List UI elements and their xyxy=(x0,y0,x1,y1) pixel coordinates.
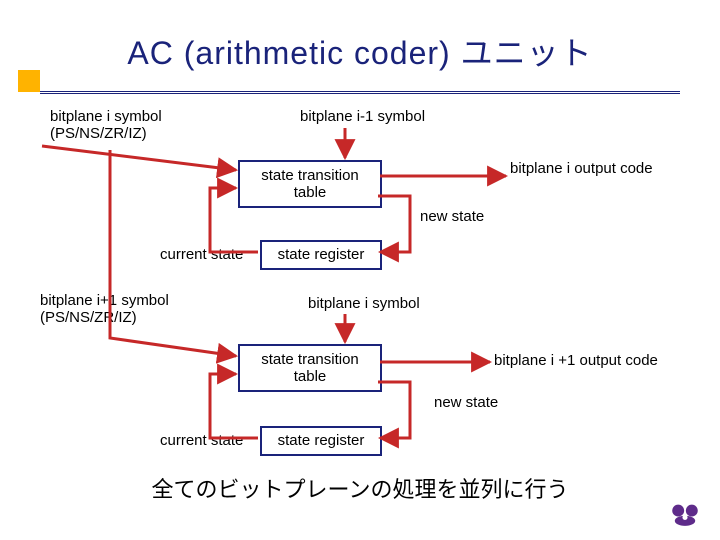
stage1-output-label: bitplane i output code xyxy=(510,160,653,177)
stage2-newstate-label: new state xyxy=(434,394,498,411)
stage1-state-transition-table: state transition table xyxy=(238,160,382,208)
footer-text: 全てのビットプレーンの処理を並列に行う xyxy=(0,472,720,504)
title-underline xyxy=(40,91,680,94)
stage2-current-label: current state xyxy=(160,432,243,449)
footer-logo-icon xyxy=(668,500,702,528)
stage2-state-register: state register xyxy=(260,426,382,456)
stage1-current-label: current state xyxy=(160,246,243,263)
diagram-arrows xyxy=(0,0,720,540)
stage2-top-symbol-label: bitplane i symbol xyxy=(308,295,420,312)
stage1-newstate-label: new state xyxy=(420,208,484,225)
slide-root: AC (arithmetic coder) ユニット bitplane i sy… xyxy=(0,0,720,540)
stage1-state-register: state register xyxy=(260,240,382,270)
stage1-top-symbol-label: bitplane i-1 symbol xyxy=(300,108,425,125)
stage2-state-transition-table: state transition table xyxy=(238,344,382,392)
stage1-input-label: bitplane i symbol (PS/NS/ZR/IZ) xyxy=(50,108,162,143)
slide-title: AC (arithmetic coder) ユニット xyxy=(0,28,720,74)
stage2-output-label: bitplane i +1 output code xyxy=(494,352,658,369)
stage2-input-label: bitplane i+1 symbol (PS/NS/ZR/IZ) xyxy=(40,292,169,327)
